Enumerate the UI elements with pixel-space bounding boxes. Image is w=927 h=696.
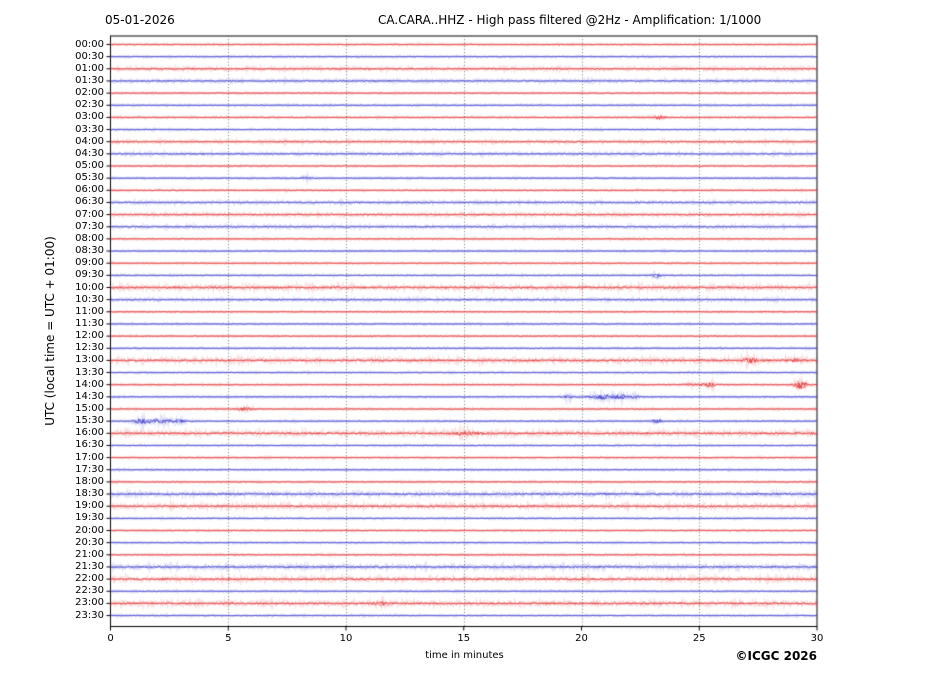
row-label-0700: 07:00 [75, 208, 104, 220]
row-label-1700: 17:00 [75, 451, 104, 463]
x-tick-label-30: 30 [810, 633, 824, 644]
row-label-1200: 12:00 [75, 330, 104, 342]
row-label-0130: 01:30 [75, 74, 104, 86]
row-label-1430: 14:30 [75, 390, 104, 402]
row-label-1800: 18:00 [75, 475, 104, 487]
x-tick-label-5: 5 [225, 633, 232, 644]
row-label-0830: 08:30 [75, 245, 104, 257]
row-label-1900: 19:00 [75, 500, 104, 512]
row-label-0530: 05:30 [75, 172, 104, 184]
row-label-1500: 15:00 [75, 403, 104, 414]
row-label-2200: 22:00 [75, 573, 104, 585]
row-label-0900: 09:00 [75, 257, 104, 269]
row-label-2030: 20:30 [75, 536, 104, 548]
row-label-0500: 05:00 [75, 160, 104, 171]
x-tick-label-15: 15 [457, 633, 471, 644]
row-label-2130: 21:30 [75, 560, 104, 572]
row-label-0000: 00:00 [75, 38, 104, 50]
row-label-0730: 07:30 [75, 220, 104, 232]
row-label-1830: 18:30 [75, 488, 104, 500]
row-label-0630: 06:30 [75, 196, 104, 208]
row-label-1130: 11:30 [75, 317, 104, 329]
row-label-1730: 17:30 [75, 463, 104, 475]
row-label-1600: 16:00 [75, 427, 104, 439]
row-label-1530: 15:30 [75, 415, 104, 427]
x-tick-label-10: 10 [339, 633, 353, 644]
row-label-1330: 13:30 [75, 366, 104, 378]
row-label-1630: 16:30 [75, 439, 104, 451]
row-label-2230: 22:30 [75, 585, 104, 597]
row-label-0230: 02:30 [75, 99, 104, 111]
row-label-1930: 19:30 [75, 512, 104, 524]
row-label-0800: 08:00 [75, 232, 104, 244]
helicorder-figure: 05-01-2026 CA.CARA..HHZ - High pass filt… [0, 0, 927, 696]
row-label-2330: 23:30 [75, 609, 104, 621]
x-tick-label-20: 20 [575, 633, 588, 644]
row-label-1030: 10:30 [75, 293, 104, 305]
row-label-0100: 01:00 [75, 62, 104, 74]
row-label-0030: 00:30 [75, 50, 104, 62]
x-tick-label-25: 25 [692, 633, 706, 644]
row-label-0930: 09:30 [75, 269, 104, 281]
x-axis-label: time in minutes [425, 650, 504, 661]
row-label-2100: 21:00 [75, 548, 104, 560]
x-tick-label-0: 0 [107, 633, 114, 644]
row-label-0330: 03:30 [75, 123, 104, 135]
row-label-1000: 10:00 [75, 281, 104, 293]
row-label-1230: 12:30 [75, 342, 104, 354]
row-label-1400: 14:00 [75, 378, 104, 390]
row-label-0200: 02:00 [75, 87, 104, 99]
row-label-2000: 20:00 [75, 524, 104, 536]
row-label-0430: 04:30 [75, 147, 104, 159]
row-label-0400: 04:00 [75, 135, 104, 147]
row-label-0300: 03:00 [75, 111, 104, 123]
row-label-1300: 13:00 [75, 354, 104, 366]
row-label-1100: 11:00 [75, 305, 104, 317]
seismogram-canvas [0, 0, 927, 696]
row-label-2300: 23:00 [75, 597, 104, 609]
row-label-0600: 06:00 [75, 184, 104, 196]
copyright-label: ©ICGC 2026 [735, 649, 817, 663]
